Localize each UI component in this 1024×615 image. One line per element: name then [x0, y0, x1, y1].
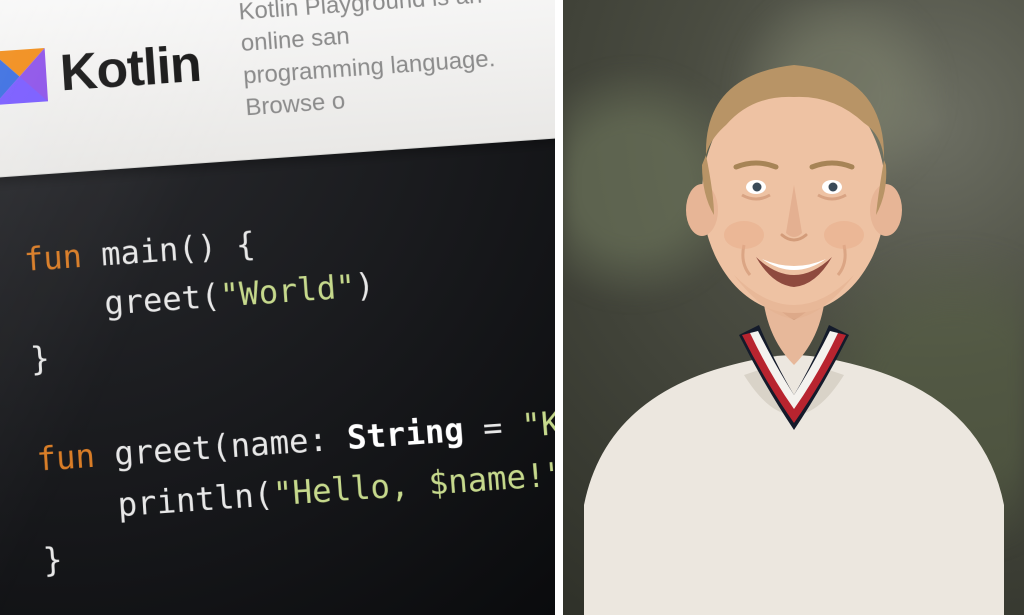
code-text: }	[29, 339, 51, 379]
code-blank-line	[32, 390, 34, 428]
code-photo-panel: Kotlin Kotlin Playground is an online sa…	[0, 0, 555, 615]
portrait-panel	[563, 0, 1024, 615]
code-text: )	[354, 266, 376, 305]
kotlin-logo: Kotlin	[0, 34, 203, 108]
code-text: greet(name:	[94, 419, 349, 475]
code-editor-area: fun main() { greet("World") } fun greet(…	[0, 137, 555, 615]
code-keyword: fun	[23, 236, 83, 278]
code-text: println(	[39, 474, 275, 529]
device-surface: Kotlin Kotlin Playground is an online sa…	[0, 0, 555, 615]
code-keyword: fun	[35, 436, 96, 479]
panel-divider	[555, 0, 563, 615]
person-portrait	[564, 35, 1024, 615]
code-text: }	[42, 540, 64, 580]
code-type: String	[346, 410, 465, 457]
code-string: "World"	[219, 267, 357, 315]
kotlin-wordmark: Kotlin	[58, 34, 202, 103]
code-text: greet(	[26, 277, 221, 329]
kotlin-logo-icon	[0, 48, 48, 105]
kotlin-header-description: Kotlin Playground is an online san progr…	[238, 0, 530, 125]
code-text: main() {	[81, 224, 257, 274]
code-string: "Kotlin"	[520, 395, 555, 444]
code-string: "Hello, $name!"	[272, 454, 555, 513]
code-text: =	[462, 406, 523, 449]
